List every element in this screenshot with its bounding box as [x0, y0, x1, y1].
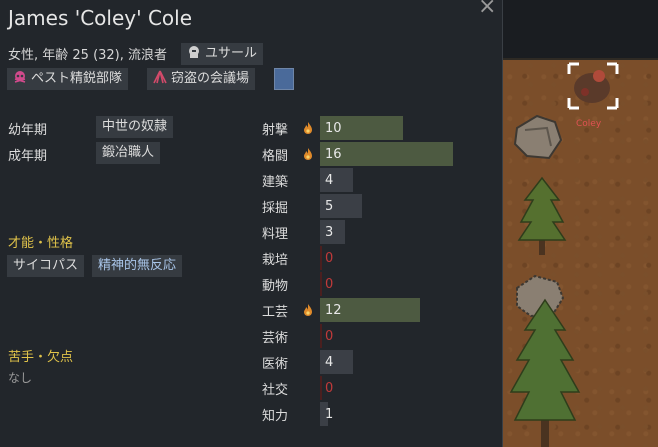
role-chip[interactable]: ユサール — [181, 43, 264, 65]
skill-name: 動物 — [262, 279, 289, 294]
skill-name: 社交 — [262, 383, 289, 398]
trait-chip[interactable]: 精神的無反応 — [92, 255, 183, 277]
skill-level: 3 — [325, 225, 334, 240]
skill-name: 医術 — [262, 357, 289, 372]
skill-level: 10 — [325, 121, 342, 136]
faction-chip-1[interactable]: ペスト精鋭部隊 — [7, 68, 129, 90]
map-objects — [509, 62, 619, 447]
skill-level: 1 — [325, 407, 334, 422]
traits-heading: 才能・性格 — [8, 236, 74, 251]
role-label: ユサール — [205, 46, 258, 61]
faction-label-1: ペスト精鋭部隊 — [31, 71, 123, 86]
skill-bar[interactable] — [320, 324, 322, 348]
skill-name: 芸術 — [262, 331, 289, 346]
skill-name: 料理 — [262, 227, 289, 242]
skill-level: 5 — [325, 199, 334, 214]
pawn-label: Coley — [576, 119, 602, 129]
skill-name: 工芸 — [262, 305, 289, 320]
skill-name: 射撃 — [262, 123, 289, 138]
skill-name: 採掘 — [262, 201, 289, 216]
childhood-value[interactable]: 中世の奴隷 — [96, 116, 174, 138]
skill-bar[interactable] — [320, 376, 322, 400]
pine-tree[interactable] — [517, 176, 567, 255]
skill-level: 0 — [325, 329, 334, 344]
skill-level: 12 — [325, 303, 342, 318]
skill-name: 建築 — [262, 175, 289, 190]
childhood-label: 幼年期 — [8, 123, 48, 138]
character-subtitle: 女性, 年齢 25 (32), 流浪者 — [8, 48, 168, 63]
tent-icon — [153, 70, 167, 84]
passion-flame-icon — [304, 122, 312, 134]
passion-flame-icon — [304, 148, 312, 160]
skill-level: 0 — [325, 381, 334, 396]
skill-level: 0 — [325, 277, 334, 292]
faction-chip-2[interactable]: 窃盗の会議場 — [147, 68, 256, 90]
helmet-icon — [189, 46, 199, 58]
skill-level: 16 — [325, 147, 342, 162]
character-name: James 'Coley' Cole — [8, 6, 193, 30]
trait-chip[interactable]: サイコパス — [7, 255, 85, 277]
adulthood-label: 成年期 — [8, 149, 48, 164]
stone-chunk[interactable] — [513, 114, 563, 160]
skill-name: 栽培 — [262, 253, 289, 268]
incapable-value: なし — [8, 371, 33, 385]
skill-bar[interactable] — [320, 272, 322, 296]
close-icon[interactable]: × — [478, 0, 496, 19]
faction-color-swatch[interactable] — [274, 68, 294, 90]
passion-flame-icon — [304, 304, 312, 316]
pine-tree[interactable] — [509, 298, 581, 447]
character-panel: James 'Coley' Cole × 女性, 年齢 25 (32), 流浪者… — [0, 0, 503, 447]
skill-name: 知力 — [262, 409, 289, 424]
map-view[interactable]: Coley — [503, 0, 658, 447]
skill-name: 格闘 — [262, 149, 289, 164]
faction-label-2: 窃盗の会議場 — [171, 71, 250, 86]
adulthood-value[interactable]: 鍛冶職人 — [96, 142, 161, 164]
pawn-coley[interactable] — [567, 62, 619, 110]
skill-bar[interactable] — [320, 246, 322, 270]
skill-level: 4 — [325, 355, 334, 370]
skull-icon — [14, 71, 26, 83]
skill-level: 4 — [325, 173, 334, 188]
incapable-heading: 苦手・欠点 — [8, 350, 74, 365]
skill-level: 0 — [325, 251, 334, 266]
